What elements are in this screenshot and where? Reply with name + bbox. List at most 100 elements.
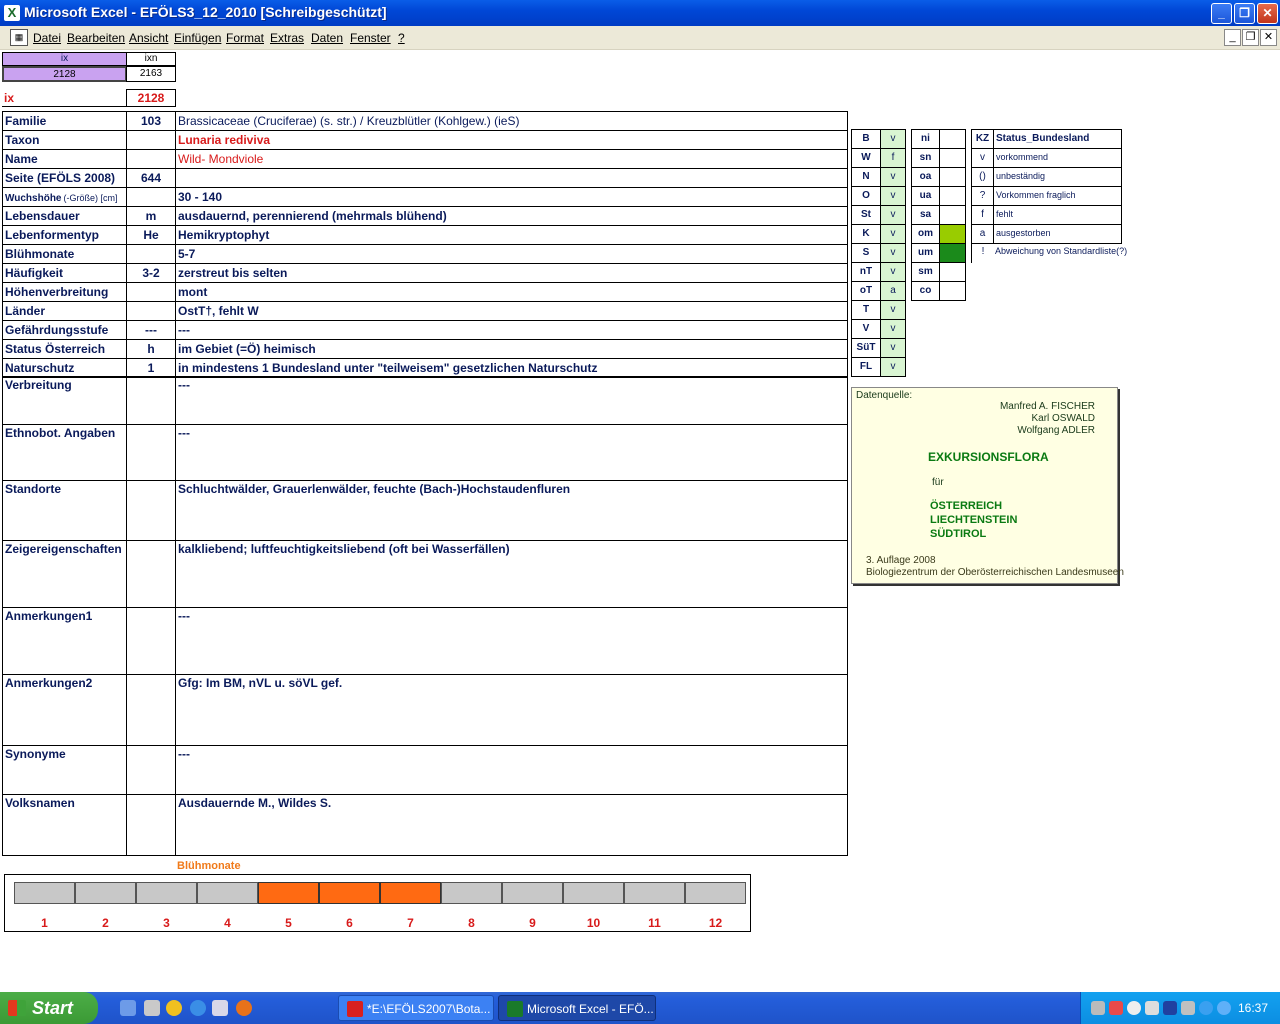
explorer-icon[interactable]: [144, 1000, 160, 1016]
altitude-fill[interactable]: [939, 148, 966, 168]
row-code[interactable]: He: [126, 225, 176, 245]
row-value[interactable]: mont: [175, 282, 848, 302]
altitude-code[interactable]: sn: [911, 148, 940, 168]
worksheet[interactable]: ix ixn 2128 2163 ix 2128 Familie 103 Brass…: [0, 50, 1280, 992]
row-code[interactable]: [126, 130, 176, 150]
ix-value-cell[interactable]: 2128: [2, 66, 127, 82]
state-code[interactable]: K: [851, 224, 881, 244]
menu-fenster[interactable]: Fenster: [350, 31, 391, 45]
row-value[interactable]: zerstreut bis selten: [175, 263, 848, 283]
state-code[interactable]: W: [851, 148, 881, 168]
row-code[interactable]: [126, 149, 176, 169]
big-row-value[interactable]: ---: [175, 745, 848, 795]
menu-help[interactable]: ?: [398, 31, 405, 45]
row-value[interactable]: in mindestens 1 Bundesland unter "teilwe…: [175, 358, 848, 378]
firefox-icon[interactable]: [236, 1000, 252, 1016]
big-row-code[interactable]: [126, 376, 176, 425]
row-value[interactable]: OstT†, fehlt W: [175, 301, 848, 321]
row-code[interactable]: [126, 282, 176, 302]
state-value[interactable]: v: [880, 357, 906, 377]
altitude-code[interactable]: om: [911, 224, 940, 244]
state-code[interactable]: oT: [851, 281, 881, 301]
row-code[interactable]: [126, 187, 176, 207]
state-value[interactable]: v: [880, 300, 906, 320]
altitude-code[interactable]: ua: [911, 186, 940, 206]
info-icon[interactable]: [1199, 1001, 1213, 1015]
state-code[interactable]: St: [851, 205, 881, 225]
big-row-value[interactable]: ---: [175, 424, 848, 481]
row-code[interactable]: [126, 244, 176, 264]
row-code[interactable]: 1: [126, 358, 176, 378]
big-row-code[interactable]: [126, 607, 176, 675]
media-player-icon[interactable]: [166, 1000, 182, 1016]
state-code[interactable]: O: [851, 186, 881, 206]
minimize-button[interactable]: _: [1211, 3, 1232, 24]
state-value[interactable]: v: [880, 129, 906, 149]
state-code[interactable]: FL: [851, 357, 881, 377]
big-row-code[interactable]: [126, 674, 176, 746]
outlook-icon[interactable]: [212, 1000, 228, 1016]
altitude-fill[interactable]: [939, 205, 966, 225]
big-row-code[interactable]: [126, 424, 176, 481]
menu-daten[interactable]: Daten: [311, 31, 343, 45]
row-value[interactable]: Wild- Mondviole: [175, 149, 848, 169]
altitude-fill[interactable]: [939, 224, 966, 244]
row-code[interactable]: h: [126, 339, 176, 359]
big-row-code[interactable]: [126, 540, 176, 608]
state-code[interactable]: nT: [851, 262, 881, 282]
altitude-code[interactable]: ni: [911, 129, 940, 149]
big-row-code[interactable]: [126, 745, 176, 795]
state-code[interactable]: SüT: [851, 338, 881, 358]
big-row-value[interactable]: kalkliebend; luftfeuchtigkeitsliebend (o…: [175, 540, 848, 608]
doc-close-button[interactable]: ✕: [1260, 29, 1277, 46]
state-value[interactable]: v: [880, 224, 906, 244]
row-code[interactable]: 3-2: [126, 263, 176, 283]
menu-bearbeiten[interactable]: Bearbeiten: [67, 31, 125, 45]
at-icon[interactable]: [1217, 1001, 1231, 1015]
state-code[interactable]: N: [851, 167, 881, 187]
altitude-fill[interactable]: [939, 243, 966, 263]
altitude-fill[interactable]: [939, 262, 966, 282]
state-value[interactable]: v: [880, 243, 906, 263]
state-value[interactable]: v: [880, 338, 906, 358]
close-button[interactable]: ✕: [1257, 3, 1278, 24]
state-code[interactable]: V: [851, 319, 881, 339]
state-value[interactable]: f: [880, 148, 906, 168]
search-icon[interactable]: [1127, 1001, 1141, 1015]
row-value[interactable]: Lunaria rediviva: [175, 130, 848, 150]
altitude-code[interactable]: um: [911, 243, 940, 263]
doc-restore-button[interactable]: ❐: [1242, 29, 1259, 46]
state-value[interactable]: v: [880, 262, 906, 282]
row-value[interactable]: Hemikryptophyt: [175, 225, 848, 245]
altitude-fill[interactable]: [939, 186, 966, 206]
shield-icon[interactable]: [1163, 1001, 1177, 1015]
taskbar-button-editor[interactable]: *E:\EFÖLS2007\Bota...: [338, 995, 494, 1021]
big-row-code[interactable]: [126, 480, 176, 541]
ixn-value-cell[interactable]: 2163: [126, 66, 176, 82]
altitude-fill[interactable]: [939, 167, 966, 187]
row-value[interactable]: [175, 168, 848, 188]
menu-format[interactable]: Format: [226, 31, 264, 45]
big-row-value[interactable]: ---: [175, 607, 848, 675]
desktop-icon[interactable]: [120, 1000, 136, 1016]
altitude-code[interactable]: oa: [911, 167, 940, 187]
big-row-value[interactable]: Gfg: Im BM, nVL u. söVL gef.: [175, 674, 848, 746]
security-alert-icon[interactable]: [1109, 1001, 1123, 1015]
altitude-fill[interactable]: [939, 129, 966, 149]
network-icon[interactable]: [1091, 1001, 1105, 1015]
state-value[interactable]: v: [880, 167, 906, 187]
menu-datei[interactable]: Datei: [33, 31, 61, 45]
ixn-header[interactable]: ixn: [126, 52, 176, 66]
state-value[interactable]: v: [880, 186, 906, 206]
big-row-code[interactable]: [126, 794, 176, 856]
doc-minimize-button[interactable]: _: [1224, 29, 1241, 46]
altitude-code[interactable]: sm: [911, 262, 940, 282]
state-value[interactable]: v: [880, 319, 906, 339]
start-button[interactable]: Start: [0, 992, 98, 1024]
state-code[interactable]: T: [851, 300, 881, 320]
state-value[interactable]: v: [880, 205, 906, 225]
row-value[interactable]: Brassicaceae (Cruciferae) (s. str.) / Kr…: [175, 111, 848, 131]
row-code[interactable]: m: [126, 206, 176, 226]
row-value[interactable]: ausdauernd, perennierend (mehrmals blühe…: [175, 206, 848, 226]
big-row-value[interactable]: Ausdauernde M., Wildes S.: [175, 794, 848, 856]
